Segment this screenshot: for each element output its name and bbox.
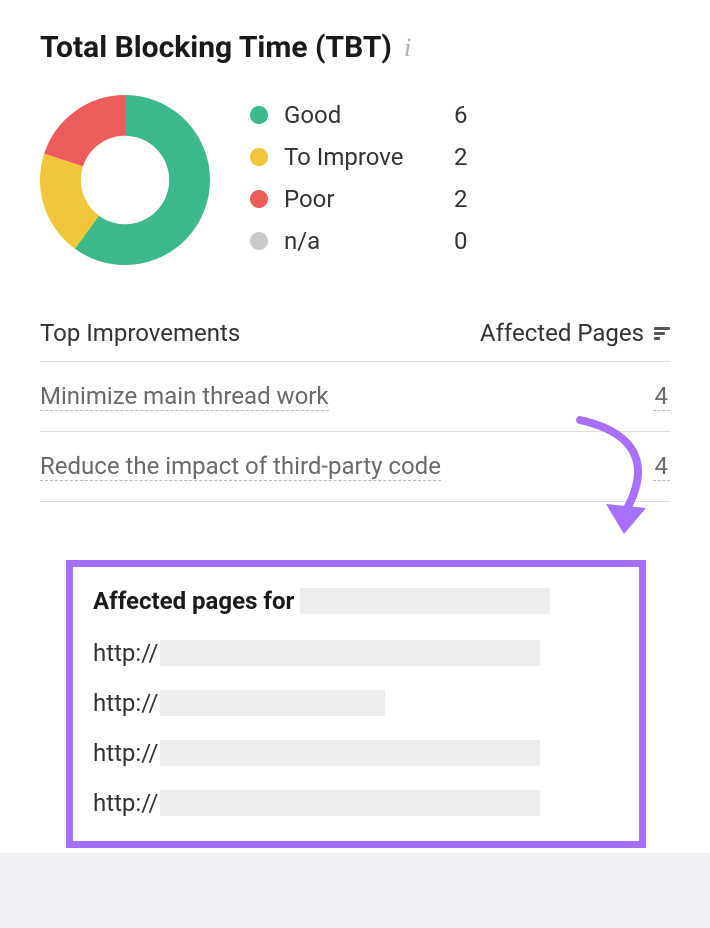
legend-item-good[interactable]: Good 6 <box>250 101 474 129</box>
column-affected-pages[interactable]: Affected Pages <box>480 319 670 347</box>
redacted-text <box>300 588 550 614</box>
improvement-count[interactable]: 4 <box>653 452 671 481</box>
info-icon[interactable]: i <box>404 33 411 63</box>
legend-count: 2 <box>454 143 474 171</box>
stats-row: Good 6 To Improve 2 Poor 2 n/a 0 <box>40 95 670 265</box>
legend-count: 0 <box>454 227 474 255</box>
affected-page-url[interactable]: http:// <box>93 739 619 767</box>
redacted-text <box>160 690 385 716</box>
url-prefix: http:// <box>93 689 158 717</box>
legend-count: 2 <box>454 185 474 213</box>
bottom-shade <box>0 853 710 928</box>
affected-page-url[interactable]: http:// <box>93 789 619 817</box>
affected-page-url[interactable]: http:// <box>93 689 619 717</box>
url-prefix: http:// <box>93 789 158 817</box>
donut-chart <box>40 95 210 265</box>
column-label: Affected Pages <box>480 319 644 347</box>
popout-title: Affected pages for <box>93 587 619 615</box>
column-improvements[interactable]: Top Improvements <box>40 319 240 347</box>
redacted-text <box>160 740 540 766</box>
legend-item-poor[interactable]: Poor 2 <box>250 185 474 213</box>
legend-item-na[interactable]: n/a 0 <box>250 227 474 255</box>
legend-count: 6 <box>454 101 474 129</box>
legend-label: To Improve <box>284 143 454 171</box>
dot-icon <box>250 106 268 124</box>
dot-icon <box>250 190 268 208</box>
legend: Good 6 To Improve 2 Poor 2 n/a 0 <box>250 95 474 255</box>
legend-item-improve[interactable]: To Improve 2 <box>250 143 474 171</box>
table-header: Top Improvements Affected Pages <box>40 305 670 362</box>
redacted-text <box>160 640 540 666</box>
dot-icon <box>250 232 268 250</box>
improvement-link[interactable]: Minimize main thread work <box>40 382 329 411</box>
improvement-row: Reduce the impact of third-party code 4 <box>40 432 670 502</box>
legend-label: Good <box>284 101 454 129</box>
header: Total Blocking Time (TBT) i <box>40 30 670 65</box>
url-prefix: http:// <box>93 739 158 767</box>
sort-desc-icon <box>654 327 670 340</box>
url-prefix: http:// <box>93 639 158 667</box>
redacted-text <box>160 790 540 816</box>
affected-pages-popout: Affected pages for http:// http:// http:… <box>66 560 646 848</box>
improvement-link[interactable]: Reduce the impact of third-party code <box>40 452 441 481</box>
improvement-row: Minimize main thread work 4 <box>40 362 670 432</box>
popout-title-text: Affected pages for <box>93 587 294 615</box>
affected-page-url[interactable]: http:// <box>93 639 619 667</box>
legend-label: Poor <box>284 185 454 213</box>
dot-icon <box>250 148 268 166</box>
legend-label: n/a <box>284 227 454 255</box>
improvement-count[interactable]: 4 <box>653 382 671 411</box>
page-title: Total Blocking Time (TBT) <box>40 30 392 65</box>
